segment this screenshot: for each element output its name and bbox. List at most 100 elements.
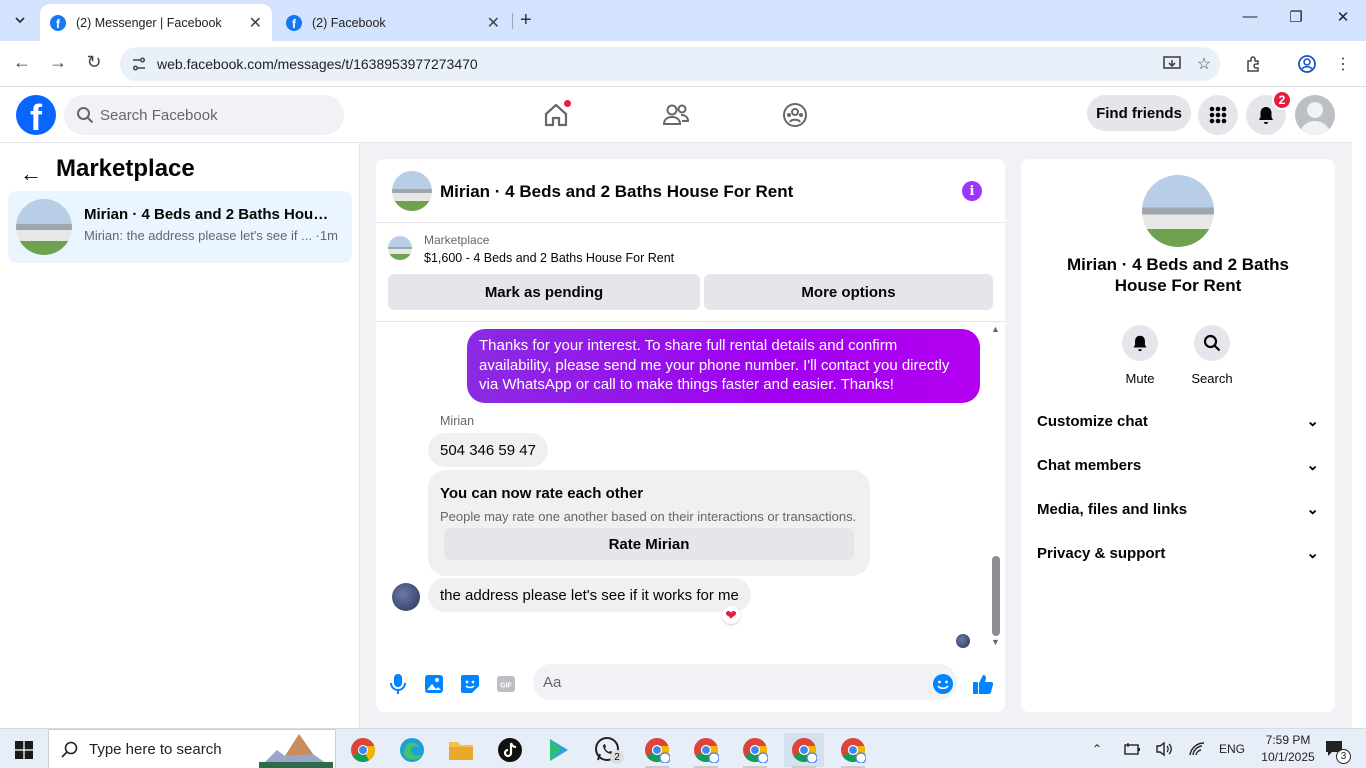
start-button[interactable] [4, 733, 44, 767]
chat-listing-avatar[interactable] [392, 171, 432, 211]
file-explorer-app-icon[interactable] [441, 733, 481, 767]
chrome-profile-app-icon-active[interactable] [784, 733, 824, 768]
chevron-down-icon: ⌄ [1306, 545, 1319, 562]
forward-button[interactable]: → [46, 52, 70, 73]
notification-center-button[interactable]: 3 [1324, 729, 1351, 768]
reload-button[interactable]: ↻ [82, 52, 106, 73]
chrome-profile-app-icon[interactable] [637, 733, 677, 768]
minimize-button[interactable]: — [1240, 8, 1260, 25]
taskbar-search-placeholder: Type here to search [89, 740, 222, 758]
thumbs-up-icon[interactable] [971, 672, 995, 696]
conversation-item[interactable]: Mirian · 4 Beds and 2 Baths House... Mir… [8, 191, 352, 263]
account-avatar[interactable] [1295, 95, 1335, 135]
page-scrollbar[interactable] [1352, 87, 1366, 728]
facebook-favicon-icon: f [286, 14, 302, 31]
close-tab-icon[interactable]: ✕ [487, 13, 500, 33]
scroll-thumb[interactable] [992, 556, 1000, 636]
site-settings-icon[interactable] [130, 55, 148, 73]
section-media-files-links[interactable]: Media, files and links ⌄ [1037, 487, 1319, 531]
new-tab-button[interactable]: + [520, 9, 532, 32]
facebook-header: f Search Facebook Find friends [0, 87, 1352, 143]
rate-card-title: You can now rate each other [440, 485, 644, 502]
facebook-logo-icon[interactable]: f [16, 95, 56, 135]
bookmark-star-icon[interactable]: ☆ [1193, 53, 1215, 75]
notification-center-badge: 3 [1336, 749, 1351, 764]
chrome-app-icon[interactable] [343, 733, 383, 767]
heart-reaction-icon[interactable]: ❤ [722, 606, 740, 624]
clock[interactable]: 7:59 PM 10/1/2025 [1256, 732, 1320, 766]
menu-grid-button[interactable] [1198, 95, 1238, 135]
edge-app-icon[interactable] [392, 733, 432, 767]
tiktok-app-icon[interactable] [490, 733, 530, 767]
chat-panel: Mirian · 4 Beds and 2 Baths House For Re… [376, 159, 1005, 712]
rate-mirian-button[interactable]: Rate Mirian [444, 528, 854, 560]
chevron-down-icon: ⌄ [1306, 413, 1319, 430]
scroll-down-arrow-icon[interactable]: ▼ [991, 637, 1000, 647]
mark-as-pending-button[interactable]: Mark as pending [388, 274, 700, 310]
search-conversation-button[interactable]: Search [1182, 325, 1242, 386]
rate-card-subtitle: People may rate one another based on the… [440, 509, 857, 524]
listing-avatar-large[interactable] [1142, 175, 1214, 247]
chat-title[interactable]: Mirian · 4 Beds and 2 Baths House For Re… [440, 182, 793, 202]
sender-avatar[interactable] [392, 583, 420, 611]
mute-button[interactable]: Mute [1110, 325, 1170, 386]
extensions-icon[interactable] [1243, 53, 1265, 75]
tab-title: (2) Messenger | Facebook [76, 15, 222, 30]
back-arrow-icon[interactable]: ← [20, 161, 42, 187]
language-indicator[interactable]: ENG [1219, 729, 1245, 768]
photo-icon[interactable] [422, 672, 446, 696]
url-field[interactable]: web.facebook.com/messages/t/163895397727… [120, 47, 1220, 81]
install-app-icon[interactable] [1161, 53, 1183, 75]
taskbar-search-input[interactable]: Type here to search [48, 729, 336, 768]
bell-icon [1133, 335, 1147, 352]
show-hidden-icons-button[interactable]: ⌃ [1092, 729, 1102, 768]
bell-icon [1259, 107, 1273, 124]
listing-price[interactable]: $1,600 - 4 Beds and 2 Baths House For Re… [424, 251, 674, 265]
chat-header: Mirian · 4 Beds and 2 Baths House For Re… [376, 159, 1005, 223]
close-tab-icon[interactable]: ✕ [249, 13, 262, 33]
tab-facebook[interactable]: f (2) Facebook ✕ [276, 4, 510, 41]
groups-icon [783, 103, 807, 127]
notification-badge: 2 [1272, 90, 1292, 110]
play-store-app-icon[interactable] [539, 733, 579, 767]
chrome-profile-app-icon[interactable] [686, 733, 726, 768]
gif-icon[interactable]: GIF [494, 672, 518, 696]
back-button[interactable]: ← [10, 52, 34, 73]
search-icon [77, 107, 94, 124]
windows-logo-icon [15, 741, 33, 759]
info-icon[interactable]: i [962, 181, 982, 201]
url-text: web.facebook.com/messages/t/163895397727… [157, 56, 478, 72]
section-privacy-support[interactable]: Privacy & support ⌄ [1037, 531, 1319, 575]
svg-text:GIF: GIF [500, 683, 512, 690]
emoji-icon[interactable] [931, 672, 955, 696]
tab-search-button[interactable] [8, 8, 32, 32]
profile-icon[interactable] [1296, 53, 1318, 75]
home-nav-button[interactable] [540, 99, 572, 131]
scroll-up-arrow-icon[interactable]: ▲ [991, 324, 1000, 334]
section-label: Privacy & support [1037, 544, 1166, 562]
find-friends-button[interactable]: Find friends [1087, 95, 1191, 131]
section-customize-chat[interactable]: Customize chat ⌄ [1037, 399, 1319, 443]
microphone-icon[interactable] [386, 672, 410, 696]
network-icon[interactable] [1188, 729, 1206, 768]
friends-nav-button[interactable] [660, 99, 692, 131]
browser-menu-icon[interactable]: ⋮ [1332, 53, 1354, 75]
tab-messenger[interactable]: f (2) Messenger | Facebook ✕ [40, 4, 272, 41]
listing-thumbnail [16, 199, 72, 255]
chat-scrollbar[interactable]: ▲ ▼ [989, 324, 1003, 649]
conversation-preview: Mirian: the address please let's see if … [84, 228, 338, 243]
message-input[interactable]: Aa [533, 664, 957, 700]
chrome-profile-app-icon[interactable] [833, 733, 873, 768]
section-chat-members[interactable]: Chat members ⌄ [1037, 443, 1319, 487]
whatsapp-app-icon[interactable]: 2 [588, 733, 628, 767]
chrome-profile-app-icon[interactable] [735, 733, 775, 768]
facebook-search-input[interactable]: Search Facebook [64, 95, 344, 135]
battery-icon[interactable] [1124, 729, 1142, 768]
more-options-button[interactable]: More options [704, 274, 993, 310]
close-window-button[interactable]: ✕ [1333, 8, 1353, 26]
groups-nav-button[interactable] [779, 99, 811, 131]
volume-icon[interactable] [1155, 729, 1173, 768]
sticker-icon[interactable] [458, 672, 482, 696]
seen-avatar [956, 634, 970, 648]
restore-button[interactable]: ❐ [1286, 8, 1306, 26]
